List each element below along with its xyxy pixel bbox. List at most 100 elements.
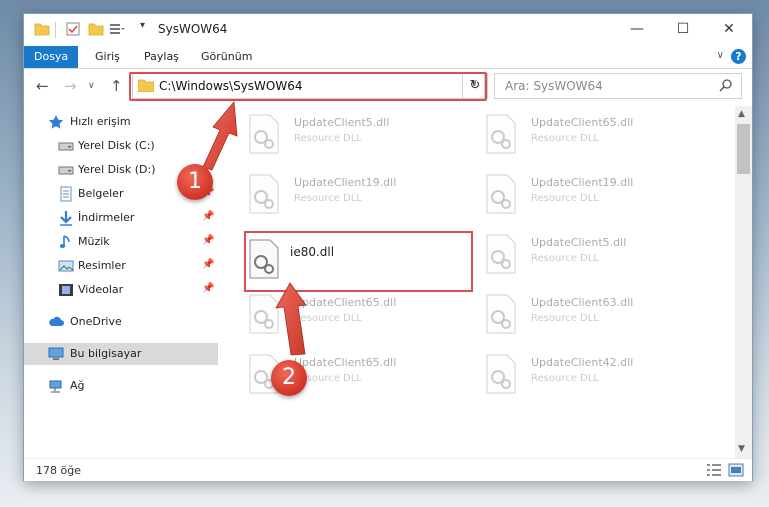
details-view-icon[interactable] xyxy=(706,463,722,477)
tab-gorunum[interactable]: Görünüm xyxy=(192,46,261,68)
new-folder-icon[interactable] xyxy=(88,21,104,37)
network-icon xyxy=(49,380,62,393)
address-highlight-box xyxy=(129,72,487,101)
search-icon[interactable] xyxy=(719,78,733,92)
recent-dropdown-icon[interactable]: ∨ xyxy=(88,81,95,91)
file-item[interactable]: UpdateClient65.dll Resource DLL xyxy=(234,350,454,398)
sidebar-item-resimler[interactable]: Resimler 📌 xyxy=(24,255,218,277)
file-highlight-box xyxy=(244,231,473,292)
item-count: 178 öğe xyxy=(36,464,81,477)
music-icon xyxy=(59,235,70,248)
file-type: Resource DLL xyxy=(531,373,599,384)
qa-dropdown-icon[interactable]: ▾ xyxy=(140,20,145,31)
file-name: UpdateClient5.dll xyxy=(294,116,390,129)
dll-file-icon xyxy=(249,174,279,214)
computer-icon xyxy=(48,347,64,360)
folder-icon[interactable] xyxy=(34,21,50,37)
properties-icon[interactable] xyxy=(65,21,81,37)
dll-file-icon xyxy=(486,174,516,214)
file-name: UpdateClient19.dll xyxy=(294,176,397,189)
dll-file-icon xyxy=(486,114,516,154)
pin-icon[interactable]: 📌 xyxy=(202,283,214,294)
file-name: UpdateClient42.dll xyxy=(531,356,634,369)
file-item[interactable]: UpdateClient65.dll Resource DLL xyxy=(471,110,691,158)
window-title: SysWOW64 xyxy=(158,22,228,36)
file-type: Resource DLL xyxy=(531,313,599,324)
sidebar-label: Müzik xyxy=(78,235,110,248)
file-item[interactable]: UpdateClient5.dll Resource DLL xyxy=(471,230,691,278)
explorer-window: ▾ SysWOW64 — ☐ ✕ Dosya Giriş Paylaş Görü… xyxy=(24,14,752,481)
sidebar-label: Bu bilgisayar xyxy=(70,347,142,360)
sidebar-item-indirmeler[interactable]: İndirmeler 📌 xyxy=(24,207,218,229)
file-item[interactable]: UpdateClient5.dll Resource DLL xyxy=(234,110,454,158)
sidebar-label: Ağ xyxy=(70,379,85,392)
back-icon[interactable]: ← xyxy=(36,77,49,95)
file-item[interactable]: UpdateClient65.dll Resource DLL xyxy=(234,290,454,338)
file-type: Resource DLL xyxy=(531,193,599,204)
forward-icon[interactable]: → xyxy=(64,77,77,95)
sidebar-item-network[interactable]: Ağ xyxy=(24,375,218,397)
scroll-down-icon[interactable]: ▼ xyxy=(738,444,745,454)
drive-icon xyxy=(58,142,74,151)
up-icon[interactable]: ↑ xyxy=(110,77,123,95)
star-icon xyxy=(48,115,64,129)
sidebar-item-videolar[interactable]: Videolar 📌 xyxy=(24,279,218,301)
close-button[interactable]: ✕ xyxy=(706,14,752,46)
file-item[interactable]: UpdateClient19.dll Resource DLL xyxy=(471,170,691,218)
status-bar: 178 öğe xyxy=(24,458,752,481)
pin-icon[interactable]: 📌 xyxy=(202,235,214,246)
maximize-button[interactable]: ☐ xyxy=(660,14,706,46)
title-bar: ▾ SysWOW64 — ☐ ✕ xyxy=(24,14,752,46)
scrollbar-thumb[interactable] xyxy=(737,124,750,174)
vertical-scrollbar[interactable]: ▲ ▼ xyxy=(735,106,752,458)
file-item[interactable]: UpdateClient19.dll Resource DLL xyxy=(234,170,454,218)
file-name: UpdateClient5.dll xyxy=(531,236,627,249)
ribbon-tabs: Dosya Giriş Paylaş Görünüm ∨ ? xyxy=(24,46,752,69)
sidebar-item-quick-access[interactable]: Hızlı erişim xyxy=(24,111,218,133)
documents-icon xyxy=(60,186,72,202)
help-button[interactable]: ? xyxy=(731,49,746,64)
sidebar-label: Videolar xyxy=(78,283,124,296)
qa-divider xyxy=(55,22,56,38)
video-icon xyxy=(59,284,73,296)
search-placeholder: Ara: SysWOW64 xyxy=(505,79,603,93)
sidebar-item-muzik[interactable]: Müzik 📌 xyxy=(24,231,218,253)
dll-file-icon xyxy=(249,114,279,154)
scroll-up-icon[interactable]: ▲ xyxy=(738,109,745,119)
file-type: Resource DLL xyxy=(531,133,599,144)
file-type: Resource DLL xyxy=(294,133,362,144)
drive-icon xyxy=(58,166,74,175)
tab-giris[interactable]: Giriş xyxy=(86,46,129,68)
file-name: UpdateClient65.dll xyxy=(531,116,634,129)
navigation-bar: ← → ∨ ↑ C:\Windows\SysWOW64 ∨ ↻ Ara: Sys… xyxy=(24,69,752,103)
file-item[interactable]: UpdateClient42.dll Resource DLL xyxy=(471,350,691,398)
sidebar-item-onedrive[interactable]: OneDrive xyxy=(24,311,218,333)
tab-dosya[interactable]: Dosya xyxy=(24,46,79,68)
file-item[interactable]: UpdateClient63.dll Resource DLL xyxy=(471,290,691,338)
dll-file-icon xyxy=(486,234,516,274)
minimize-button[interactable]: — xyxy=(614,14,660,46)
sidebar-item-local-disk-c[interactable]: Yerel Disk (C:) xyxy=(24,135,218,157)
dll-file-icon xyxy=(486,294,516,334)
file-type: Resource DLL xyxy=(294,193,362,204)
file-type: Resource DLL xyxy=(531,253,599,264)
sidebar-label: Belgeler xyxy=(78,187,124,200)
customize-toolbar-icon[interactable] xyxy=(109,21,125,37)
cloud-icon xyxy=(49,316,64,326)
large-icons-view-icon[interactable] xyxy=(728,463,744,477)
pin-icon[interactable]: 📌 xyxy=(202,259,214,270)
file-type: Resource DLL xyxy=(294,313,362,324)
sidebar-item-this-pc[interactable]: Bu bilgisayar xyxy=(24,343,218,365)
dll-file-icon xyxy=(486,354,516,394)
step-badge-1: 1 xyxy=(177,164,213,200)
tab-paylas[interactable]: Paylaş xyxy=(135,46,188,68)
file-name: UpdateClient19.dll xyxy=(531,176,634,189)
file-list: UpdateClient5.dll Resource DLL UpdateCli… xyxy=(228,106,736,458)
pin-icon[interactable]: 📌 xyxy=(202,211,214,222)
navigation-pane: Hızlı erişim Yerel Disk (C:) Yerel Disk … xyxy=(24,106,218,458)
expand-ribbon-icon[interactable]: ∨ xyxy=(717,50,724,61)
pictures-icon xyxy=(58,260,74,272)
download-icon xyxy=(60,211,72,226)
file-name: UpdateClient65.dll xyxy=(294,296,397,309)
search-input[interactable]: Ara: SysWOW64 xyxy=(494,73,742,99)
